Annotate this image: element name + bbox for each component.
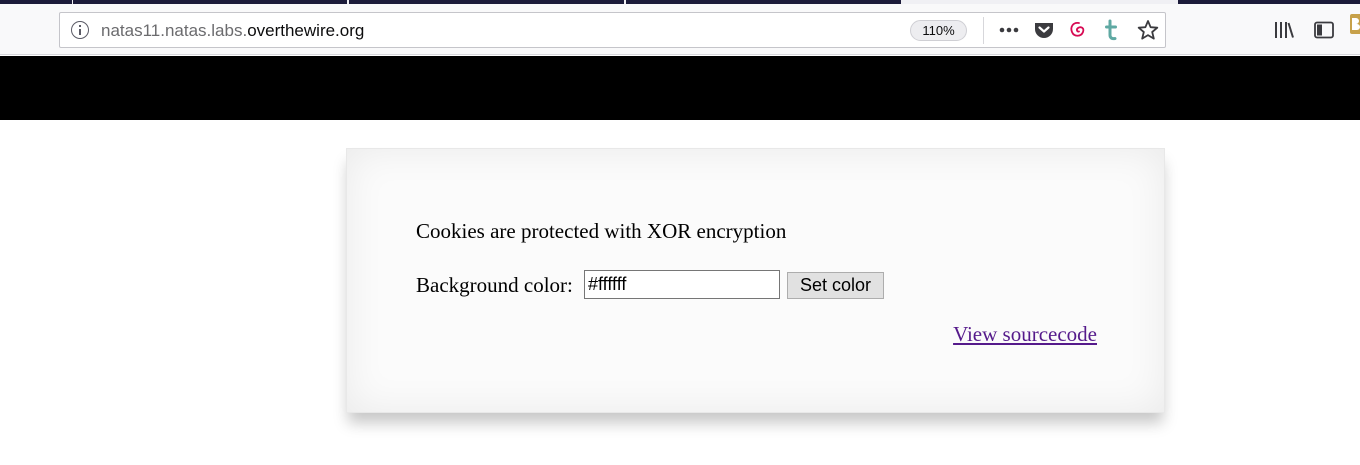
url-text[interactable]: natas11.natas.labs.overthewire.org bbox=[101, 21, 364, 41]
browser-toolbar: natas11.natas.labs.overthewire.org 110% bbox=[0, 4, 1360, 55]
url-prefix: natas11.natas.labs. bbox=[101, 21, 248, 40]
view-sourcecode-link[interactable]: View sourcecode bbox=[953, 321, 1097, 347]
pocket-icon[interactable] bbox=[1033, 20, 1055, 40]
info-icon[interactable] bbox=[71, 21, 89, 39]
intro-text: Cookies are protected with XOR encryptio… bbox=[416, 219, 787, 243]
set-color-button[interactable]: Set color bbox=[787, 272, 884, 299]
url-domain: overthewire.org bbox=[247, 21, 365, 40]
bookmark-star-icon[interactable] bbox=[1137, 19, 1159, 41]
url-bar-divider bbox=[983, 17, 984, 44]
zoom-level-badge[interactable]: 110% bbox=[910, 20, 967, 41]
page-actions-icon[interactable] bbox=[998, 21, 1020, 39]
content-panel: Cookies are protected with XOR encryptio… bbox=[346, 148, 1165, 413]
debian-icon[interactable] bbox=[1068, 19, 1088, 41]
url-bar[interactable]: natas11.natas.labs.overthewire.org 110% bbox=[59, 12, 1166, 48]
tumblr-icon[interactable] bbox=[1104, 19, 1120, 41]
extension-icon[interactable] bbox=[1350, 14, 1360, 38]
background-color-input[interactable] bbox=[584, 270, 780, 299]
page-header-band bbox=[0, 56, 1360, 120]
background-color-label: Background color: bbox=[416, 273, 573, 297]
sidebar-icon[interactable] bbox=[1313, 20, 1335, 40]
library-icon[interactable] bbox=[1273, 20, 1295, 40]
